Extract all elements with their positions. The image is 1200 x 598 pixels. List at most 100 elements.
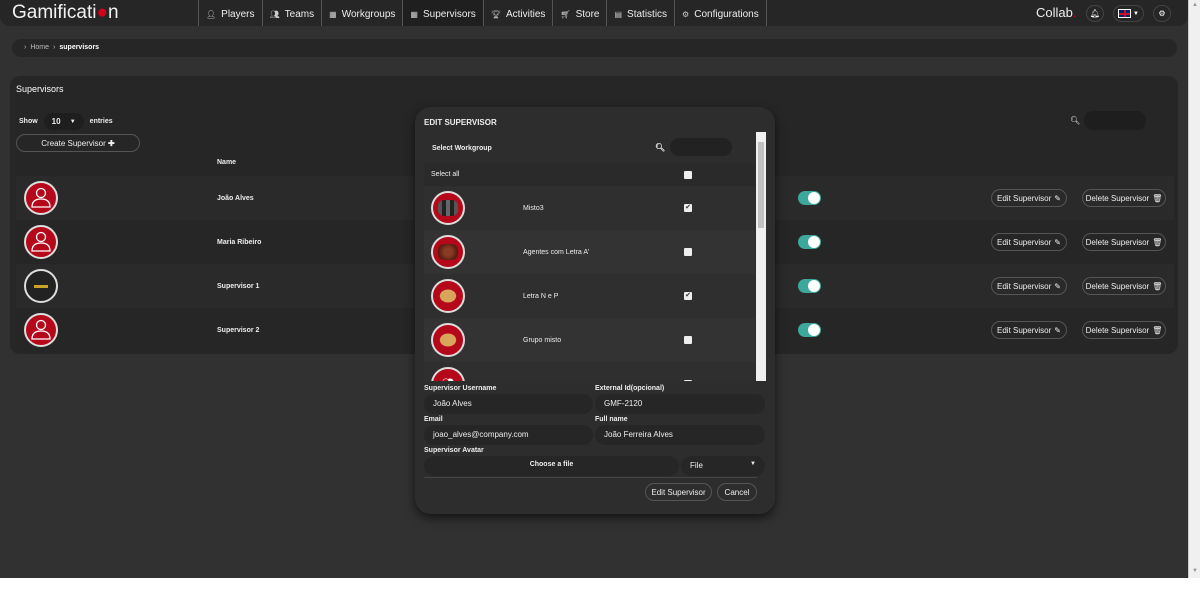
workgroup-image xyxy=(438,244,458,260)
edit-supervisor-button[interactable]: Edit Supervisor ✎ xyxy=(991,189,1067,207)
pencil-icon: ✎ xyxy=(1054,325,1061,335)
nav-item-store[interactable]: 🛒︎ Store xyxy=(552,0,606,26)
plus-icon: ✚ xyxy=(108,138,115,148)
workgroup-checkbox[interactable] xyxy=(684,248,692,256)
active-toggle[interactable] xyxy=(798,323,821,337)
search-input[interactable] xyxy=(1084,111,1147,130)
workgroup-search-input[interactable] xyxy=(670,138,733,156)
divider xyxy=(424,477,757,478)
delete-supervisor-button[interactable]: Delete Supervisor 🗑︎ xyxy=(1082,233,1166,251)
avatar xyxy=(24,269,58,303)
user-icon: 👤︎ xyxy=(206,10,217,19)
active-toggle[interactable] xyxy=(798,279,821,293)
workgroup-avatar xyxy=(431,323,465,357)
user-icon xyxy=(30,186,52,210)
pencil-icon: ✎ xyxy=(1054,281,1061,291)
breadcrumb-home[interactable]: Home xyxy=(30,44,49,52)
chart-icon: ▤ xyxy=(614,10,623,19)
nav-item-statistics[interactable]: ▤ Statistics xyxy=(606,0,674,26)
trash-icon: 🗑︎ xyxy=(1152,237,1163,247)
workgroup-list-scrollbar[interactable] xyxy=(756,132,766,381)
nav-item-activities[interactable]: 🏆︎ Activities xyxy=(482,0,553,26)
notifications-button[interactable]: 🔔︎ xyxy=(1086,5,1104,22)
active-toggle[interactable] xyxy=(798,235,821,249)
avatar xyxy=(24,225,58,259)
nav-item-configurations[interactable]: ⚙ Configurations xyxy=(674,0,767,26)
table-search: 🔍︎ xyxy=(1070,111,1147,130)
workgroup-avatar xyxy=(431,235,465,269)
external-id-field[interactable]: GMF-2120 xyxy=(595,394,765,414)
edit-supervisor-submit-button[interactable]: Edit Supervisor xyxy=(645,483,712,501)
caret-down-icon: ▼ xyxy=(1133,10,1139,17)
edit-supervisor-button[interactable]: Edit Supervisor ✎ xyxy=(991,233,1067,251)
workgroup-avatar xyxy=(431,191,465,225)
username-field[interactable]: João Alves xyxy=(424,394,593,414)
edit-supervisor-modal: EDIT SUPERVISOR Select Workgroup 🔍︎ Sele… xyxy=(415,107,775,514)
nav-menu: 👤︎ Players 👥︎ Teams ▦ Workgroups ▦ Supervisors 🏆… xyxy=(198,0,767,26)
uk-flag-icon xyxy=(1118,9,1132,18)
pencil-icon: ✎ xyxy=(1054,237,1061,247)
choose-file-button[interactable]: Choose a file xyxy=(424,456,679,476)
entries-control: Show 10 ▼ entries xyxy=(19,113,113,130)
nav-item-workgroups[interactable]: ▦ Workgroups xyxy=(321,0,402,26)
workgroup-image xyxy=(438,200,458,216)
logo[interactable]: Gamificati●n xyxy=(12,2,119,24)
edit-supervisor-button[interactable]: Edit Supervisor ✎ xyxy=(991,321,1067,339)
collab-logo: Collab. xyxy=(1036,5,1077,20)
workgroup-row: Grupo misto xyxy=(424,318,755,362)
workgroup-row: Letra N e P ✔ xyxy=(424,274,755,318)
workgroup-avatar xyxy=(431,279,465,313)
nav-item-teams[interactable]: 👥︎ Teams xyxy=(261,0,322,26)
workgroup-checkbox[interactable]: ✔ xyxy=(684,204,692,212)
column-header-name[interactable]: Name xyxy=(217,159,236,166)
avatar xyxy=(24,181,58,215)
bell-icon: 🔔︎ xyxy=(1089,9,1101,18)
grid-icon: ▦ xyxy=(329,10,337,19)
nav-item-players[interactable]: 👤︎ Players xyxy=(198,0,262,26)
select-all-checkbox[interactable] xyxy=(684,170,692,179)
delete-supervisor-button[interactable]: Delete Supervisor 🗑︎ xyxy=(1082,321,1166,339)
workgroup-list: Select Workgroup 🔍︎ Select all Misto3 ✔ Ag… xyxy=(424,133,755,381)
workgroup-image xyxy=(438,288,458,304)
avatar xyxy=(24,313,58,347)
trash-icon: 🗑︎ xyxy=(1152,193,1163,203)
create-supervisor-button[interactable]: Create Supervisor ✚ xyxy=(16,134,140,152)
pencil-icon: ✎ xyxy=(1054,193,1061,203)
file-type-select[interactable]: File ▼ xyxy=(681,456,765,476)
workgroup-row: Misto3 ✔ xyxy=(424,186,755,230)
page-scrollbar[interactable]: ▲ ▼ xyxy=(1188,0,1200,578)
cogs-icon: ⚙ xyxy=(682,10,690,19)
workgroup-row: 👥︎Poderosos xyxy=(424,362,755,381)
caret-down-icon: ▼ xyxy=(69,118,76,125)
full-name-field[interactable]: João Ferreira Alves xyxy=(595,425,765,445)
search-icon: 🔍︎ xyxy=(1070,116,1081,125)
cancel-button[interactable]: Cancel xyxy=(717,483,757,501)
gear-icon: ⚙ xyxy=(1158,9,1166,18)
language-button[interactable]: ▼ xyxy=(1113,5,1144,22)
users-icon: 👥︎ xyxy=(269,10,280,19)
workgroup-checkbox[interactable] xyxy=(684,380,692,381)
trophy-icon: 🏆︎ xyxy=(490,10,501,19)
entries-select[interactable]: 10 ▼ xyxy=(43,113,84,130)
user-icon xyxy=(30,318,52,342)
email-field[interactable]: joao_alves@company.com xyxy=(424,425,593,445)
panel-title: Supervisors xyxy=(16,84,64,94)
group-icon: 👥︎ xyxy=(440,377,455,381)
settings-button[interactable]: ⚙ xyxy=(1153,5,1171,22)
workgroup-checkbox[interactable] xyxy=(684,336,692,344)
delete-supervisor-button[interactable]: Delete Supervisor 🗑︎ xyxy=(1082,277,1166,295)
trash-icon: 🗑︎ xyxy=(1152,281,1163,291)
breadcrumb-current: supervisors xyxy=(59,44,100,51)
nav-item-supervisors[interactable]: ▦ Supervisors xyxy=(402,0,483,26)
workgroup-row: Agentes com Letra A' xyxy=(424,230,755,274)
workgroup-image xyxy=(438,332,458,348)
active-toggle[interactable] xyxy=(798,191,821,205)
workgroup-checkbox[interactable]: ✔ xyxy=(684,292,692,300)
modal-title: EDIT SUPERVISOR xyxy=(424,118,497,127)
edit-supervisor-button[interactable]: Edit Supervisor ✎ xyxy=(991,277,1067,295)
navbar: Gamificati●n 👤︎ Players 👥︎ Teams ▦ Workgroups… xyxy=(0,0,1188,26)
search-icon: 🔍︎ xyxy=(655,142,666,152)
cart-icon: 🛒︎ xyxy=(560,10,571,19)
caret-down-icon: ▼ xyxy=(750,461,756,467)
delete-supervisor-button[interactable]: Delete Supervisor 🗑︎ xyxy=(1082,189,1166,207)
